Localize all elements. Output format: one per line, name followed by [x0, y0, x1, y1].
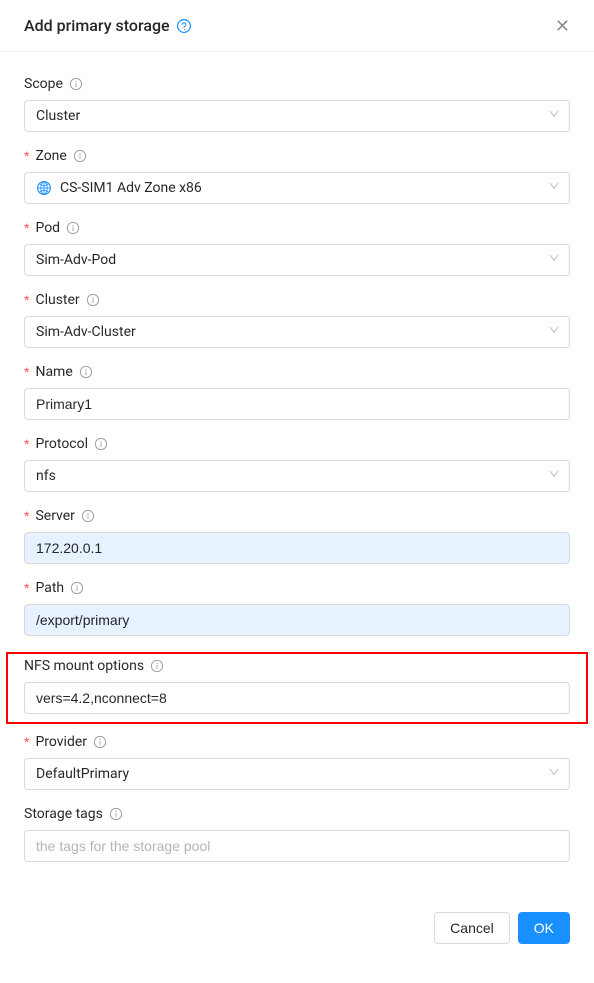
input-path[interactable] [24, 604, 570, 636]
field-zone: * Zone CS-SIM1 Adv Zone x86 [24, 148, 570, 204]
required-mark: * [24, 292, 29, 308]
field-server: * Server [24, 508, 570, 564]
input-storage-tags[interactable] [24, 830, 570, 862]
info-icon[interactable] [86, 293, 100, 307]
info-icon[interactable] [69, 77, 83, 91]
required-mark: * [24, 580, 29, 596]
label-cluster: * Cluster [24, 292, 570, 308]
close-icon: ✕ [555, 16, 570, 36]
field-nfs-mount: NFS mount options [24, 658, 570, 714]
label-scope: Scope [24, 76, 570, 92]
select-cluster[interactable]: Sim-Adv-Cluster [24, 316, 570, 348]
info-icon[interactable] [93, 735, 107, 749]
label-zone: * Zone [24, 148, 570, 164]
required-mark: * [24, 436, 29, 452]
globe-icon [36, 180, 52, 196]
select-zone[interactable]: CS-SIM1 Adv Zone x86 [24, 172, 570, 204]
select-protocol[interactable]: nfs [24, 460, 570, 492]
modal-footer: Cancel OK [0, 902, 594, 960]
field-pod: * Pod Sim-Adv-Pod [24, 220, 570, 276]
select-provider[interactable]: DefaultPrimary [24, 758, 570, 790]
field-storage-tags: Storage tags [24, 806, 570, 862]
field-protocol: * Protocol nfs [24, 436, 570, 492]
help-icon[interactable] [176, 18, 192, 34]
label-name: * Name [24, 364, 570, 380]
select-pod[interactable]: Sim-Adv-Pod [24, 244, 570, 276]
info-icon[interactable] [81, 509, 95, 523]
label-nfs-mount: NFS mount options [24, 658, 570, 674]
field-cluster: * Cluster Sim-Adv-Cluster [24, 292, 570, 348]
highlight-nfs-mount: NFS mount options [6, 652, 588, 724]
field-provider: * Provider DefaultPrimary [24, 734, 570, 790]
modal-title: Add primary storage [24, 16, 192, 35]
cancel-button[interactable]: Cancel [434, 912, 510, 944]
input-nfs-mount[interactable] [24, 682, 570, 714]
modal-body: Scope Cluster * Zone CS-SIM1 [0, 52, 594, 902]
field-path: * Path [24, 580, 570, 636]
label-server: * Server [24, 508, 570, 524]
required-mark: * [24, 734, 29, 750]
modal-header: Add primary storage ✕ [0, 0, 594, 52]
info-icon[interactable] [109, 807, 123, 821]
title-text: Add primary storage [24, 16, 170, 35]
required-mark: * [24, 364, 29, 380]
close-button[interactable]: ✕ [555, 17, 570, 35]
field-name: * Name [24, 364, 570, 420]
info-icon[interactable] [79, 365, 93, 379]
select-scope[interactable]: Cluster [24, 100, 570, 132]
input-name[interactable] [24, 388, 570, 420]
label-path: * Path [24, 580, 570, 596]
required-mark: * [24, 220, 29, 236]
required-mark: * [24, 508, 29, 524]
info-icon[interactable] [94, 437, 108, 451]
required-mark: * [24, 148, 29, 164]
info-icon[interactable] [73, 149, 87, 163]
input-server[interactable] [24, 532, 570, 564]
label-provider: * Provider [24, 734, 570, 750]
label-protocol: * Protocol [24, 436, 570, 452]
info-icon[interactable] [150, 659, 164, 673]
ok-button[interactable]: OK [518, 912, 570, 944]
field-scope: Scope Cluster [24, 76, 570, 132]
info-icon[interactable] [70, 581, 84, 595]
info-icon[interactable] [66, 221, 80, 235]
label-pod: * Pod [24, 220, 570, 236]
label-storage-tags: Storage tags [24, 806, 570, 822]
